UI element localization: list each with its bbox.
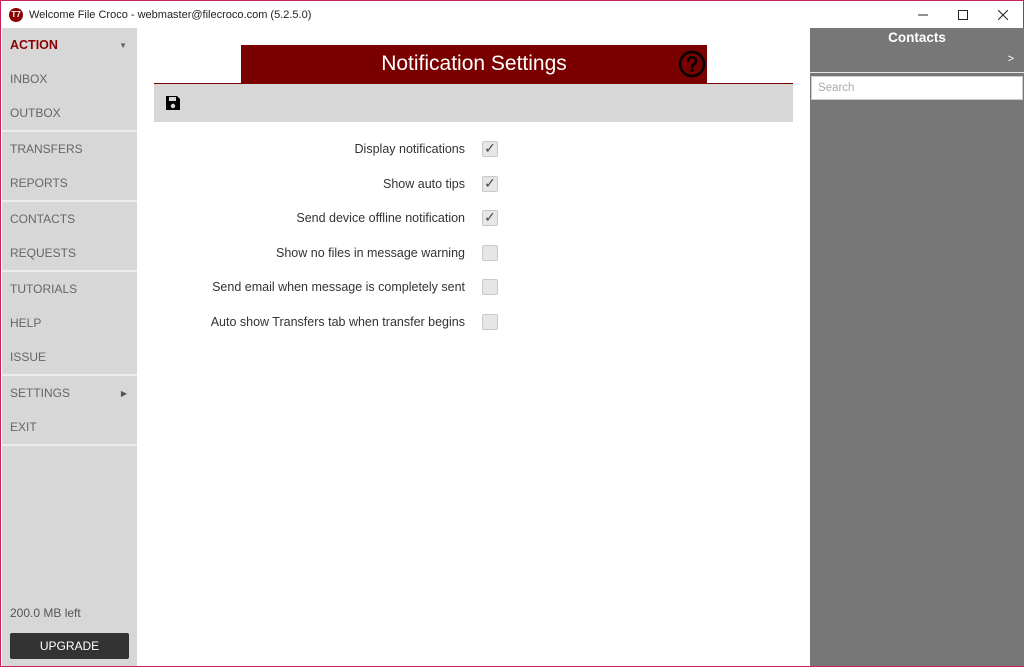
contacts-search-input[interactable] [811,76,1023,100]
setting-label: Show auto tips [383,176,465,191]
sidebar-item-action[interactable]: ACTION ▼ [2,28,137,62]
toolbar [154,84,793,122]
sidebar-divider [2,444,137,446]
sidebar-item-issue[interactable]: ISSUE [2,340,137,374]
title-bar: T7 Welcome File Croco - webmaster@filecr… [1,1,1023,28]
settings-list: Display notifications Show auto tips Send … [154,132,793,339]
sidebar-item-label: INBOX [10,72,48,86]
app-window: T7 Welcome File Croco - webmaster@filecr… [0,0,1024,667]
contacts-expand-button[interactable]: > [1008,53,1014,65]
sidebar: ACTION ▼ INBOX OUTBOX TRANSFERS REPORTS CONTAC… [2,28,137,666]
setting-row: Send device offline notification [154,201,793,236]
contacts-panel: Contacts > [810,28,1024,666]
sidebar-item-label: HELP [10,316,42,330]
setting-checkbox[interactable] [482,313,498,330]
sidebar-item-label: REQUESTS [10,246,77,260]
page-title: Notification Settings [381,52,567,75]
page-header: Notification Settings [241,45,707,83]
setting-label: Show no files in message warning [276,245,465,260]
main-content: Notification Settings Display notificati… [137,28,810,666]
contacts-divider [810,72,1024,73]
setting-label: Auto show Transfers tab when transfer be… [210,314,465,329]
sidebar-item-label: TRANSFERS [10,142,83,156]
setting-checkbox[interactable] [482,244,498,261]
upgrade-button[interactable]: UPGRADE [10,633,129,659]
sidebar-item-inbox[interactable]: INBOX [2,62,137,96]
contacts-title: Contacts [888,30,946,45]
sidebar-item-requests[interactable]: REQUESTS [2,236,137,270]
sidebar-item-exit[interactable]: EXIT [2,410,137,444]
sidebar-item-label: REPORTS [10,176,68,190]
help-icon[interactable] [678,50,706,78]
setting-checkbox[interactable] [482,279,498,296]
caret-down-icon: ▼ [119,40,127,50]
sidebar-item-outbox[interactable]: OUTBOX [2,96,137,130]
setting-row: Show no files in message warning [154,236,793,271]
setting-checkbox[interactable] [482,175,498,192]
sidebar-item-settings[interactable]: SETTINGS ▶ [2,376,137,410]
save-icon[interactable] [165,95,181,111]
sidebar-item-label: TUTORIALS [10,282,78,296]
sidebar-item-label: EXIT [10,420,37,434]
sidebar-item-label: ACTION [10,38,58,52]
setting-label: Display notifications [354,142,465,157]
sidebar-item-label: ISSUE [10,350,47,364]
maximize-button[interactable] [943,1,983,28]
sidebar-item-label: CONTACTS [10,212,76,226]
setting-checkbox[interactable] [482,141,498,158]
setting-label: Send device offline notification [296,211,465,226]
sidebar-item-contacts[interactable]: CONTACTS [2,202,137,236]
sidebar-item-transfers[interactable]: TRANSFERS [2,132,137,166]
minimize-icon [918,14,928,15]
sidebar-item-reports[interactable]: REPORTS [2,166,137,200]
setting-label: Send email when message is completely se… [212,280,465,295]
setting-row: Show auto tips [154,167,793,202]
sidebar-nav: ACTION ▼ INBOX OUTBOX TRANSFERS REPORTS CONTAC… [2,28,137,446]
close-button[interactable] [983,1,1023,28]
caret-right-icon: ▶ [120,388,127,398]
setting-row: Send email when message is completely se… [154,270,793,305]
minimize-button[interactable] [903,1,943,28]
sidebar-item-tutorials[interactable]: TUTORIALS [2,272,137,306]
window-controls [903,1,1023,28]
sidebar-item-help[interactable]: HELP [2,306,137,340]
setting-checkbox[interactable] [482,210,498,227]
storage-remaining: 200.0 MB left [10,606,81,620]
sidebar-item-label: SETTINGS [10,386,71,400]
setting-row: Auto show Transfers tab when transfer be… [154,305,793,340]
app-logo-icon: T7 [9,7,23,22]
close-icon [998,9,1008,20]
maximize-icon [958,9,968,20]
window-title: Welcome File Croco - webmaster@filecroco… [29,8,312,21]
sidebar-item-label: OUTBOX [10,106,61,120]
setting-row: Display notifications [154,132,793,167]
